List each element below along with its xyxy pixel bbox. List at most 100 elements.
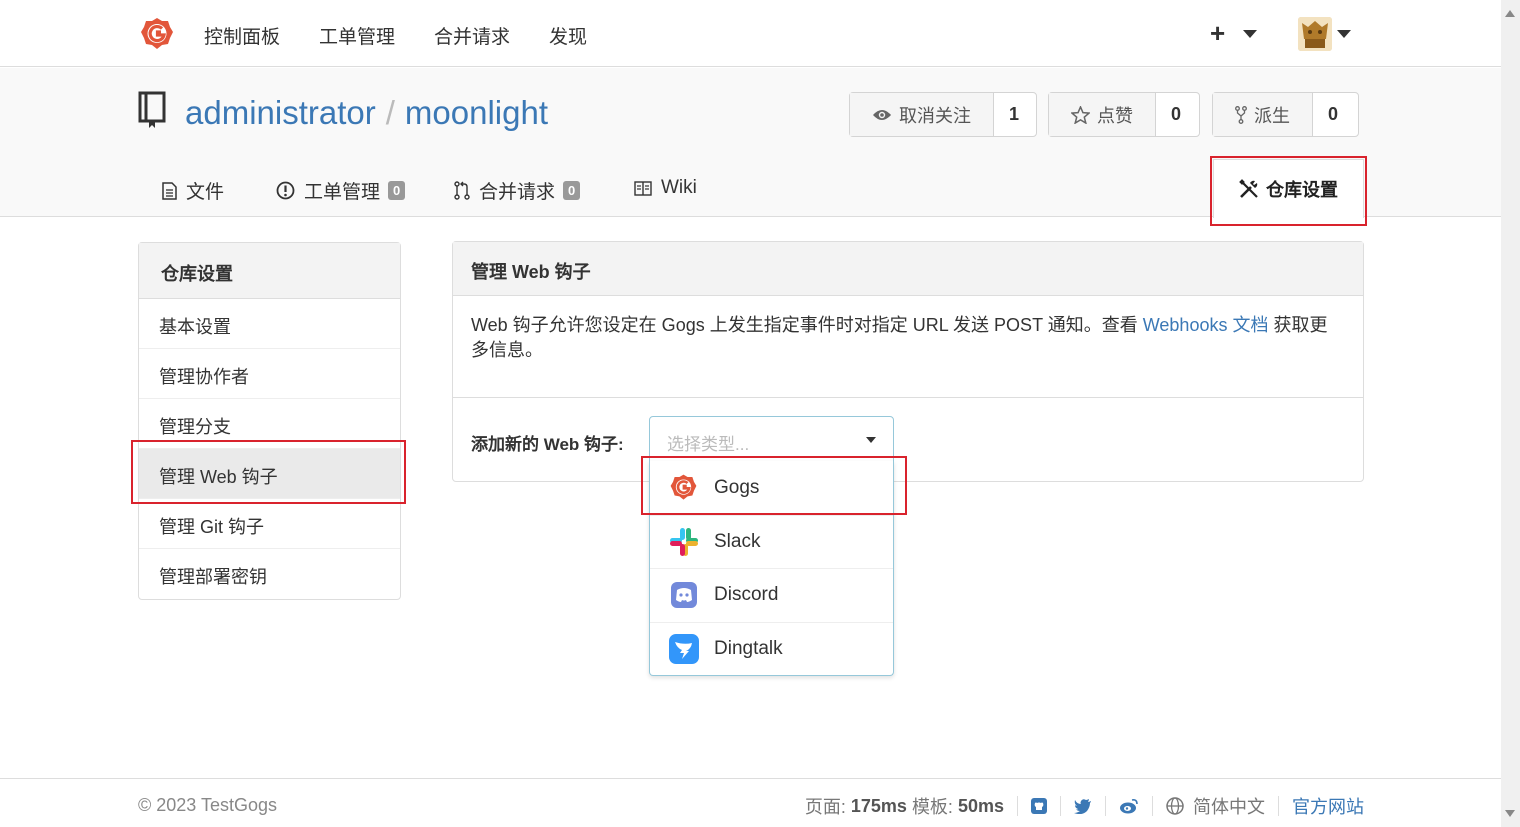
issues-count-badge: 0 xyxy=(388,181,406,200)
nav-issues[interactable]: 工单管理 xyxy=(319,22,395,49)
issue-opened-icon xyxy=(276,181,295,200)
weibo-icon[interactable] xyxy=(1119,798,1139,814)
unwatch-button[interactable]: 取消关注 xyxy=(850,93,994,136)
option-label: Gogs xyxy=(714,476,760,498)
add-webhook-label: 添加新的 Web 钩子: xyxy=(471,435,624,454)
webhook-type-menu: Gogs Slack Discord Dingtalk xyxy=(649,461,894,676)
scroll-down-icon[interactable] xyxy=(1505,810,1515,817)
book-icon xyxy=(634,180,652,196)
star-icon xyxy=(1071,105,1090,124)
fork-button[interactable]: 派生 xyxy=(1213,93,1313,136)
sidebar-item-git-hooks[interactable]: 管理 Git 钩子 xyxy=(139,499,400,549)
option-label: Discord xyxy=(714,584,779,606)
divider xyxy=(1278,796,1279,816)
star-button-group: 点赞 0 xyxy=(1048,92,1200,137)
avatar[interactable] xyxy=(1298,17,1332,51)
star-count[interactable]: 0 xyxy=(1156,104,1196,125)
chevron-down-icon[interactable] xyxy=(1337,30,1351,38)
nav-dashboard[interactable]: 控制面板 xyxy=(204,22,280,49)
fork-icon xyxy=(1235,105,1247,124)
discord-icon xyxy=(668,580,699,611)
repo-header: administrator / moonlight 取消关注 1 点赞 0 派生 0… xyxy=(0,68,1501,218)
pulls-count-badge: 0 xyxy=(563,181,581,200)
gogs-icon xyxy=(668,472,699,503)
star-label: 点赞 xyxy=(1097,105,1133,126)
divider xyxy=(1060,796,1061,816)
fork-count[interactable]: 0 xyxy=(1313,104,1353,125)
sidebar-item-options[interactable]: 基本设置 xyxy=(139,299,400,349)
fork-label: 派生 xyxy=(1254,105,1290,126)
page-time-value: 175ms xyxy=(850,795,907,816)
github-icon[interactable] xyxy=(1031,798,1047,814)
select-placeholder: 选择类型... xyxy=(667,435,750,454)
panel-divider xyxy=(453,397,1363,398)
git-pull-request-icon xyxy=(454,181,470,200)
divider xyxy=(1152,796,1153,816)
dropdown-icon xyxy=(866,437,876,443)
repo-icon xyxy=(138,91,168,134)
repo-title: administrator / moonlight xyxy=(185,94,548,132)
settings-sidebar: 仓库设置 基本设置 管理协作者 管理分支 管理 Web 钩子 管理 Git 钩子… xyxy=(138,242,401,600)
nav-explore[interactable]: 发现 xyxy=(549,22,587,49)
scroll-up-icon[interactable] xyxy=(1505,10,1515,17)
option-label: Slack xyxy=(714,530,761,552)
dingtalk-icon xyxy=(668,633,699,664)
sidebar-item-webhooks[interactable]: 管理 Web 钩子 xyxy=(139,449,400,499)
option-label: Dingtalk xyxy=(714,637,783,659)
repo-separator: / xyxy=(385,94,395,131)
webhooks-description: Web 钩子允许您设定在 Gogs 上发生指定事件时对指定 URL 发送 POS… xyxy=(471,313,1341,363)
webhook-option-dingtalk[interactable]: Dingtalk xyxy=(650,621,893,676)
footer: © 2023 TestGogs 页面: 175ms 模板: 50ms 简体中文 … xyxy=(0,778,1501,827)
tools-icon xyxy=(1239,179,1258,198)
sidebar-title: 仓库设置 xyxy=(139,243,400,299)
tab-settings-label: 仓库设置 xyxy=(1266,180,1338,200)
watch-count[interactable]: 1 xyxy=(994,104,1034,125)
official-website-link[interactable]: 官方网站 xyxy=(1292,793,1364,819)
webhooks-docs-link[interactable]: Webhooks 文档 xyxy=(1143,315,1269,335)
tab-issues[interactable]: 工单管理 0 xyxy=(276,177,406,204)
nav-pulls[interactable]: 合并请求 xyxy=(434,22,510,49)
repo-owner-link[interactable]: administrator xyxy=(185,94,376,131)
webhook-option-slack[interactable]: Slack xyxy=(650,514,893,569)
template-time-label: 模板: xyxy=(911,797,953,817)
language-selector[interactable]: 简体中文 xyxy=(1193,793,1265,819)
plus-icon[interactable]: + xyxy=(1210,18,1225,49)
repo-name-link[interactable]: moonlight xyxy=(405,94,548,131)
footer-right: 页面: 175ms 模板: 50ms 简体中文 官方网站 xyxy=(805,793,1364,819)
divider xyxy=(1105,796,1106,816)
desc-text: Web 钩子允许您设定在 Gogs 上发生指定事件时对指定 URL 发送 POS… xyxy=(471,315,1143,335)
tab-pulls-label: 合并请求 xyxy=(479,182,556,203)
divider xyxy=(1017,796,1018,816)
watch-button-group: 取消关注 1 xyxy=(849,92,1037,137)
top-navbar: 控制面板 工单管理 合并请求 发现 + xyxy=(0,0,1501,67)
tab-files-label: 文件 xyxy=(186,182,225,203)
tab-issues-label: 工单管理 xyxy=(304,182,381,203)
scrollbar[interactable] xyxy=(1501,0,1520,827)
template-time-value: 50ms xyxy=(957,795,1004,816)
sidebar-item-branches[interactable]: 管理分支 xyxy=(139,399,400,449)
chevron-down-icon[interactable] xyxy=(1243,30,1257,38)
tab-wiki-label: Wiki xyxy=(661,177,697,198)
tab-files[interactable]: 文件 xyxy=(162,177,224,204)
globe-icon xyxy=(1166,797,1184,815)
tab-pulls[interactable]: 合并请求 0 xyxy=(454,177,581,204)
gogs-logo-icon[interactable] xyxy=(139,16,175,52)
fork-button-group: 派生 0 xyxy=(1212,92,1359,137)
panel-title: 管理 Web 钩子 xyxy=(453,242,1363,296)
page-time-label: 页面: xyxy=(804,797,846,817)
webhook-type-select[interactable]: 选择类型... xyxy=(649,416,894,462)
twitter-icon[interactable] xyxy=(1074,798,1092,814)
webhooks-panel: 管理 Web 钩子 Web 钩子允许您设定在 Gogs 上发生指定事件时对指定 … xyxy=(452,241,1364,482)
webhook-option-gogs[interactable]: Gogs xyxy=(650,461,893,515)
slack-icon xyxy=(668,526,699,557)
file-icon xyxy=(162,181,177,200)
tab-wiki[interactable]: Wiki xyxy=(634,177,697,199)
webhook-option-discord[interactable]: Discord xyxy=(650,568,893,622)
sidebar-item-deploy-keys[interactable]: 管理部署密钥 xyxy=(139,549,400,599)
tab-settings[interactable]: 仓库设置 xyxy=(1213,159,1364,218)
unwatch-label: 取消关注 xyxy=(899,105,971,126)
sidebar-item-collaborators[interactable]: 管理协作者 xyxy=(139,349,400,399)
eye-icon xyxy=(873,109,891,120)
star-button[interactable]: 点赞 xyxy=(1049,93,1156,136)
copyright-text: © 2023 TestGogs xyxy=(138,795,278,815)
